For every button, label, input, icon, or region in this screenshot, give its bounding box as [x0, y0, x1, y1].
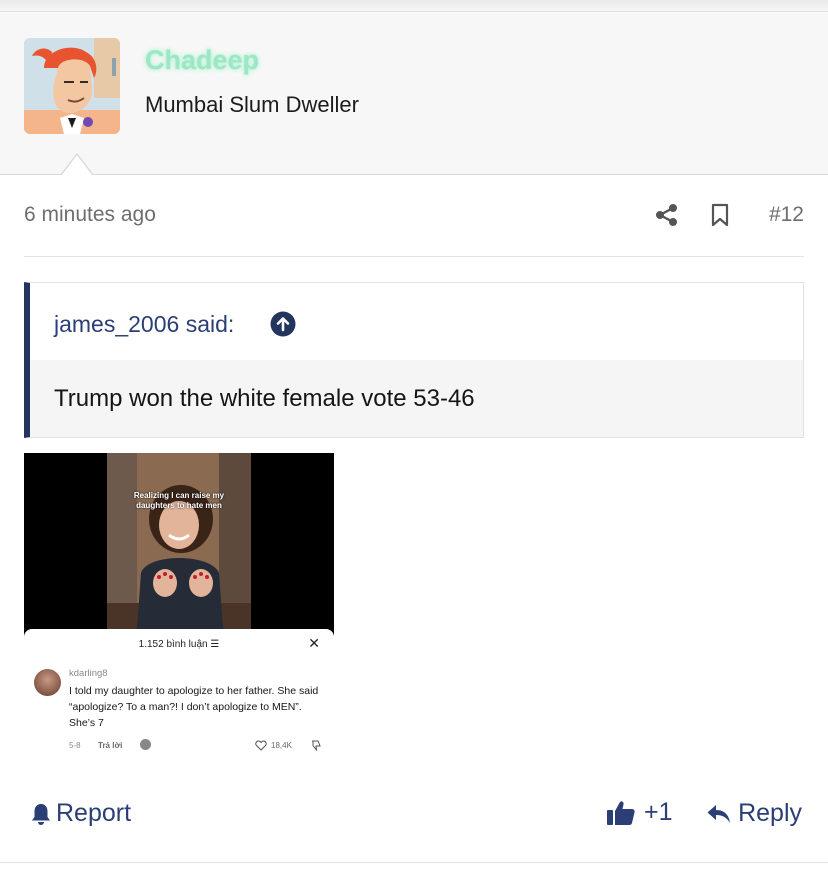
heart-icon: [255, 740, 267, 751]
attached-image[interactable]: Realizing I can raise my daughters to ha…: [24, 453, 334, 751]
quote-author[interactable]: james_2006 said:: [54, 311, 234, 338]
divider: [0, 862, 828, 863]
post-number[interactable]: #12: [769, 203, 804, 227]
video-frame: Realizing I can raise my daughters to ha…: [107, 453, 251, 629]
reply-button[interactable]: Reply: [706, 799, 802, 828]
user-title: Mumbai Slum Dweller: [145, 92, 359, 117]
comment-reply-label: Trả lời: [98, 741, 123, 750]
comment-date: 5-8: [69, 741, 81, 750]
commenter-avatar: [34, 669, 61, 696]
creator-heart-icon: [140, 739, 151, 750]
post-actions: Report +1 Reply: [24, 796, 804, 836]
username[interactable]: Chadeep: [145, 45, 259, 76]
top-strip: [0, 0, 828, 12]
comment-like-count: 18,4K: [271, 741, 292, 750]
post-meta: 6 minutes ago #12: [24, 200, 804, 232]
arrow-up-circle-icon[interactable]: [270, 311, 296, 337]
reply-label: Reply: [738, 799, 802, 827]
comment-sheet: 1.152 bình luận ☰ ✕ kdarling8 I told my …: [24, 629, 334, 751]
avatar[interactable]: [24, 38, 120, 134]
share-icon[interactable]: [654, 202, 680, 228]
reply-icon: [707, 804, 731, 823]
close-icon: ✕: [308, 635, 320, 651]
thumbs-up-icon: [607, 800, 635, 825]
comments-count-title: 1.152 bình luận ☰: [138, 639, 220, 650]
avatar-image: [24, 38, 120, 134]
quote-block: james_2006 said: Trump won the white fem…: [24, 282, 804, 438]
post-author-header: Chadeep Mumbai Slum Dweller: [0, 13, 828, 175]
like-button[interactable]: +1: [606, 798, 673, 827]
quote-header: james_2006 said:: [30, 283, 803, 360]
post-timestamp[interactable]: 6 minutes ago: [24, 203, 156, 227]
quote-text: Trump won the white female vote 53-46: [54, 385, 475, 412]
like-label: +1: [644, 798, 673, 826]
video-still: [107, 453, 251, 629]
bell-icon: [32, 803, 50, 825]
quote-body: Trump won the white female vote 53-46: [30, 360, 803, 437]
video-caption: Realizing I can raise my daughters to ha…: [133, 491, 225, 510]
report-button[interactable]: Report: [30, 799, 131, 828]
thumbs-down-icon: [312, 740, 321, 751]
commenter-username: kdarling8: [69, 668, 108, 679]
comment-text: I told my daughter to apologize to her f…: [69, 685, 319, 729]
bookmark-icon[interactable]: [708, 202, 732, 228]
report-label: Report: [56, 799, 132, 827]
divider: [24, 256, 804, 257]
